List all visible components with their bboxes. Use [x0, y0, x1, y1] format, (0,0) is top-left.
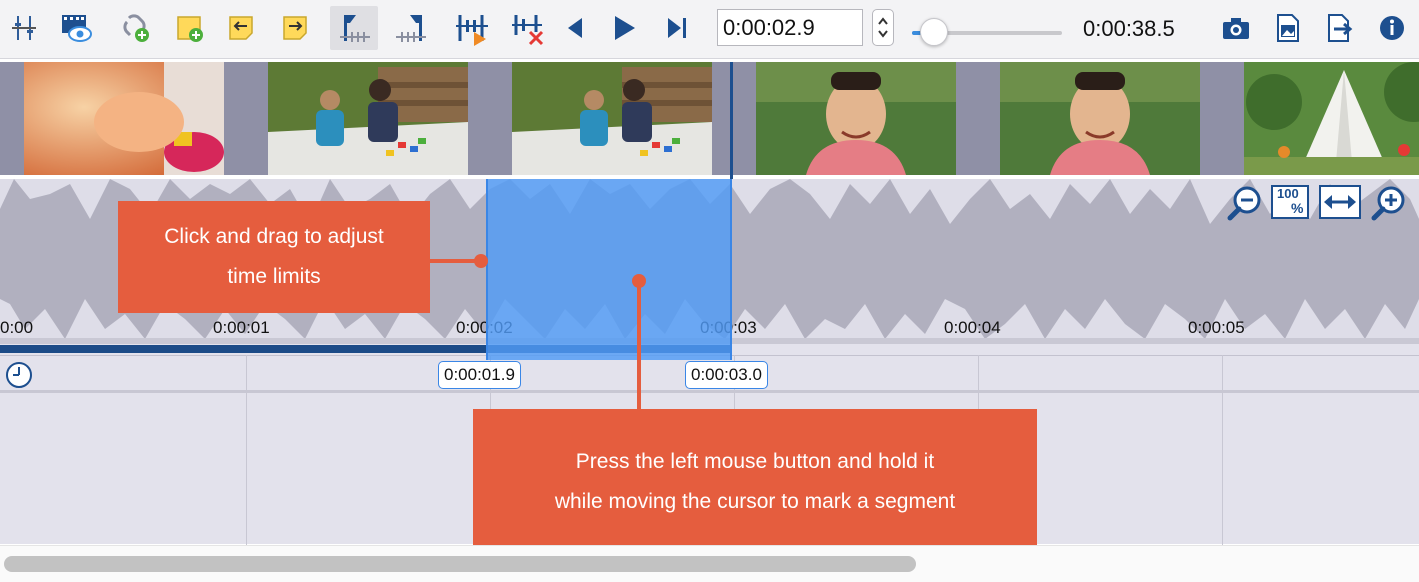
callout-text: Press the left mouse button and hold it: [575, 450, 935, 473]
ruler-label: 0:00:01: [213, 318, 270, 337]
toolbar: 0:00:02.9 0:00:38.5: [0, 0, 1419, 59]
trim-icon[interactable]: [2, 6, 46, 50]
zoom-100-label: 100: [1277, 186, 1299, 201]
move-right-icon[interactable]: [274, 6, 318, 50]
video-thumbnail: [24, 62, 224, 175]
position-time-input[interactable]: 0:00:02.9: [717, 9, 863, 46]
ruler-label: 0:00:05: [1188, 318, 1245, 337]
callout-text: time limits: [227, 265, 321, 288]
volume-slider-knob[interactable]: [920, 18, 948, 46]
cut-segment-icon[interactable]: [450, 6, 494, 50]
zoom-in-icon[interactable]: [1369, 183, 1409, 228]
track-divider: [0, 390, 1419, 393]
callout-text: while moving the cursor to mark a segmen…: [554, 490, 956, 513]
duration-label: 0:00:38.5: [1083, 16, 1175, 41]
info-icon[interactable]: [1370, 6, 1414, 50]
scrollbar-thumb[interactable]: [4, 556, 916, 572]
set-end-marker-icon[interactable]: [390, 6, 434, 50]
ruler-label: 0:00:04: [944, 318, 1001, 337]
video-thumbnail: [268, 62, 468, 175]
export-icon[interactable]: [1318, 6, 1362, 50]
position-stepper[interactable]: [872, 9, 894, 46]
zoom-100-icon[interactable]: 100 %: [1271, 185, 1309, 219]
play-icon[interactable]: [602, 6, 646, 50]
clock-icon: [5, 361, 33, 394]
callout-adjust-limits: Click and drag to adjust time limits: [118, 201, 430, 313]
video-thumbnail: [512, 62, 712, 175]
move-left-icon[interactable]: [220, 6, 264, 50]
thumbnail-strip[interactable]: [0, 62, 1419, 175]
selection-end-time[interactable]: 0:00:03.0: [685, 361, 768, 389]
grid-line: [1222, 355, 1223, 545]
add-note-icon[interactable]: [168, 6, 212, 50]
selected-segment[interactable]: [486, 179, 732, 360]
ruler-label: 0:00: [0, 318, 34, 337]
callout-pointer-dot: [632, 274, 646, 288]
horizontal-scrollbar[interactable]: [0, 545, 1419, 582]
delete-segment-icon[interactable]: [506, 6, 550, 50]
save-image-icon[interactable]: [1266, 6, 1310, 50]
video-thumbnail: [1000, 62, 1200, 175]
callout-mark-segment: Press the left mouse button and hold it …: [473, 409, 1037, 555]
callout-pointer-dot: [474, 254, 488, 268]
video-thumbnail: [1244, 62, 1419, 175]
video-thumbnail: [756, 62, 956, 175]
preview-icon[interactable]: [54, 6, 98, 50]
grid-line: [246, 355, 247, 545]
selection-start-time[interactable]: 0:00:01.9: [438, 361, 521, 389]
callout-leader-line: [637, 282, 641, 410]
zoom-out-icon[interactable]: [1225, 183, 1265, 228]
skip-end-icon[interactable]: [655, 6, 699, 50]
add-chapter-icon[interactable]: [114, 6, 158, 50]
previous-icon[interactable]: [553, 6, 597, 50]
set-start-marker-icon[interactable]: [330, 6, 378, 50]
zoom-100-percent: %: [1291, 200, 1304, 216]
callout-text: Click and drag to adjust: [164, 225, 384, 248]
camera-icon[interactable]: [1214, 6, 1258, 50]
fit-width-icon[interactable]: [1319, 185, 1361, 219]
